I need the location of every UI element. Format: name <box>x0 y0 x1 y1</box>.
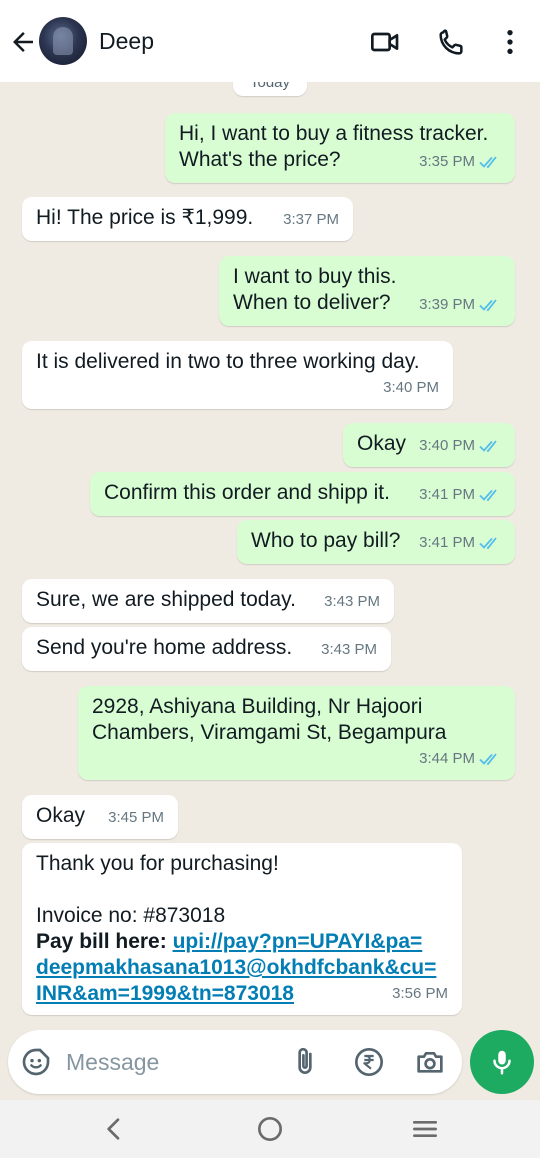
more-vert-icon[interactable] <box>494 26 526 58</box>
invoice-number: Invoice no: #873018 <box>36 904 226 927</box>
message-text: Thank you for purchasing! <box>36 852 279 875</box>
message-time: 3:41 PM <box>419 534 475 551</box>
message-incoming[interactable]: Send you're home address. 3:43 PM <box>22 627 391 671</box>
nav-back-icon[interactable] <box>98 1113 130 1145</box>
phone-icon[interactable] <box>436 26 468 58</box>
avatar[interactable] <box>39 17 87 65</box>
message-time: 3:41 PM <box>419 486 475 503</box>
upi-link[interactable]: INR&am=1999&tn=873018 <box>36 981 448 1007</box>
message-outgoing[interactable]: Who to pay bill? 3:41 PM <box>237 520 515 564</box>
message-time: 3:40 PM <box>419 437 475 454</box>
upi-link[interactable]: deepmakhasana1013@okhdfcbank&cu= <box>36 955 448 981</box>
message-outgoing[interactable]: I want to buy this. When to deliver? 3:3… <box>219 256 515 326</box>
read-tick-icon <box>479 489 497 502</box>
message-time: 3:37 PM <box>283 211 339 228</box>
rupee-icon[interactable] <box>353 1046 385 1078</box>
contact-name[interactable]: Deep <box>99 28 154 55</box>
message-input[interactable]: Message <box>66 1049 159 1076</box>
nav-home-icon[interactable] <box>254 1113 286 1145</box>
message-text: It is delivered in two to three working … <box>36 350 420 373</box>
message-list[interactable]: Today Hi, I want to buy a fitness tracke… <box>0 82 540 1022</box>
read-tick-icon <box>479 440 497 453</box>
chat-screen: Deep Today Hi, I want to buy a fitness t… <box>0 0 540 1158</box>
sticker-icon[interactable] <box>20 1046 52 1078</box>
message-incoming[interactable]: Sure, we are shipped today. 3:43 PM <box>22 579 394 623</box>
back-arrow-icon[interactable] <box>8 27 38 57</box>
message-time: 3:56 PM <box>392 985 448 1002</box>
message-incoming[interactable]: Hi! The price is ₹1,999. 3:37 PM <box>22 197 353 241</box>
message-outgoing[interactable]: Okay 3:40 PM <box>343 423 515 467</box>
message-outgoing[interactable]: 2928, Ashiyana Building, Nr Hajoori Cham… <box>78 686 515 780</box>
message-time: 3:43 PM <box>324 593 380 610</box>
message-time: 3:43 PM <box>321 641 377 658</box>
read-tick-icon <box>479 753 497 766</box>
mic-icon <box>493 1050 511 1075</box>
message-time: 3:35 PM <box>419 153 475 170</box>
read-tick-icon <box>479 537 497 550</box>
message-text: 2928, Ashiyana Building, Nr Hajoori Cham… <box>92 695 447 744</box>
message-incoming[interactable]: It is delivered in two to three working … <box>22 341 453 409</box>
read-tick-icon <box>479 156 497 169</box>
read-tick-icon <box>479 299 497 312</box>
message-composer: Message <box>8 1030 462 1094</box>
message-outgoing[interactable]: Hi, I want to buy a fitness tracker. Wha… <box>165 113 515 183</box>
video-call-icon[interactable] <box>369 26 401 58</box>
voice-message-button[interactable] <box>470 1030 534 1094</box>
chat-header: Deep <box>0 0 540 82</box>
message-time: 3:45 PM <box>108 809 164 826</box>
upi-link[interactable]: upi://pay?pn=UPAYI&pa= <box>173 930 423 953</box>
attach-icon[interactable] <box>289 1046 321 1078</box>
system-nav-bar <box>0 1100 540 1158</box>
message-time: 3:40 PM <box>383 379 439 396</box>
camera-icon[interactable] <box>414 1046 446 1078</box>
message-incoming-invoice[interactable]: Thank you for purchasing! Invoice no: #8… <box>22 843 462 1015</box>
message-outgoing[interactable]: Confirm this order and shipp it. 3:41 PM <box>90 472 515 516</box>
date-chip: Today <box>233 82 307 96</box>
message-incoming[interactable]: Okay 3:45 PM <box>22 795 178 839</box>
message-time: 3:39 PM <box>419 296 475 313</box>
message-time: 3:44 PM <box>419 750 475 767</box>
nav-recents-icon[interactable] <box>409 1113 441 1145</box>
pay-label: Pay bill here: <box>36 930 167 953</box>
